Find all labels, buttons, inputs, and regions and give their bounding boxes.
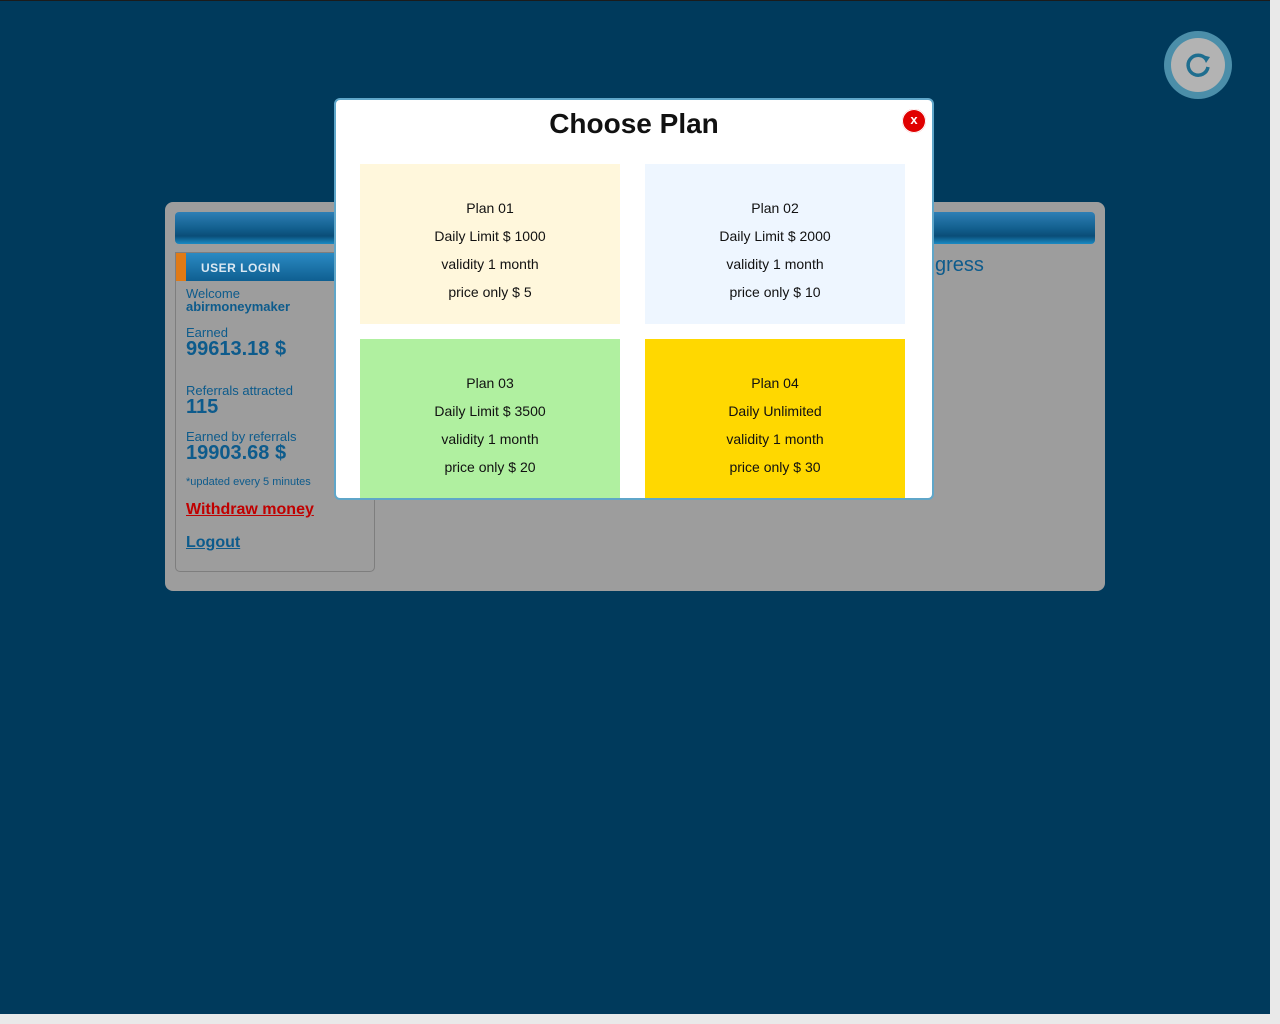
plan-limit: Daily Limit $ 3500 xyxy=(434,403,546,419)
progress-text: gress xyxy=(935,254,984,276)
username: abirmoneymaker xyxy=(186,299,291,314)
plan-limit: Daily Limit $ 1000 xyxy=(434,228,546,244)
plan-card-01[interactable]: Plan 01 Daily Limit $ 1000 validity 1 mo… xyxy=(360,164,620,324)
withdraw-money-link[interactable]: Withdraw money xyxy=(186,501,314,519)
plan-validity: validity 1 month xyxy=(726,256,824,272)
plan-card-03[interactable]: Plan 03 Daily Limit $ 3500 validity 1 mo… xyxy=(360,339,620,498)
modal-title: Choose Plan xyxy=(549,108,719,139)
plan-name: Plan 04 xyxy=(751,375,799,391)
plan-validity: validity 1 month xyxy=(441,431,539,447)
plan-price: price only $ 5 xyxy=(448,284,532,300)
plan-card-04[interactable]: Plan 04 Daily Unlimited validity 1 month… xyxy=(645,339,905,498)
refresh-icon xyxy=(1186,53,1210,77)
plan-limit: Daily Unlimited xyxy=(728,403,822,419)
plan-price: price only $ 20 xyxy=(444,459,536,475)
close-button[interactable]: x xyxy=(902,109,926,133)
sidebar-header-accent xyxy=(176,253,186,281)
logout-link[interactable]: Logout xyxy=(186,534,240,552)
refresh-badge-inner xyxy=(1171,38,1225,92)
plan-validity: validity 1 month xyxy=(441,256,539,272)
top-border-line xyxy=(0,0,1280,1)
vertical-scrollbar[interactable] xyxy=(1270,0,1280,1014)
update-note: *updated every 5 minutes xyxy=(186,476,311,488)
plan-validity: validity 1 month xyxy=(726,431,824,447)
plan-price: price only $ 10 xyxy=(729,284,821,300)
horizontal-scrollbar[interactable] xyxy=(0,1014,1280,1024)
sidebar-title: USER LOGIN xyxy=(201,261,281,275)
plan-price: price only $ 30 xyxy=(729,459,821,475)
plan-name: Plan 03 xyxy=(466,375,514,391)
choose-plan-modal: Choose Plan x Plan 01 Daily Limit $ 1000… xyxy=(334,98,934,500)
referrals-value: 115 xyxy=(186,396,219,418)
plan-name: Plan 01 xyxy=(466,200,514,216)
refresh-button[interactable] xyxy=(1164,31,1232,99)
plan-name: Plan 02 xyxy=(751,200,799,216)
plan-limit: Daily Limit $ 2000 xyxy=(719,228,831,244)
earned-referrals-value: 19903.68 $ xyxy=(186,442,287,464)
earned-value: 99613.18 $ xyxy=(186,338,287,360)
plan-card-02[interactable]: Plan 02 Daily Limit $ 2000 validity 1 mo… xyxy=(645,164,905,324)
